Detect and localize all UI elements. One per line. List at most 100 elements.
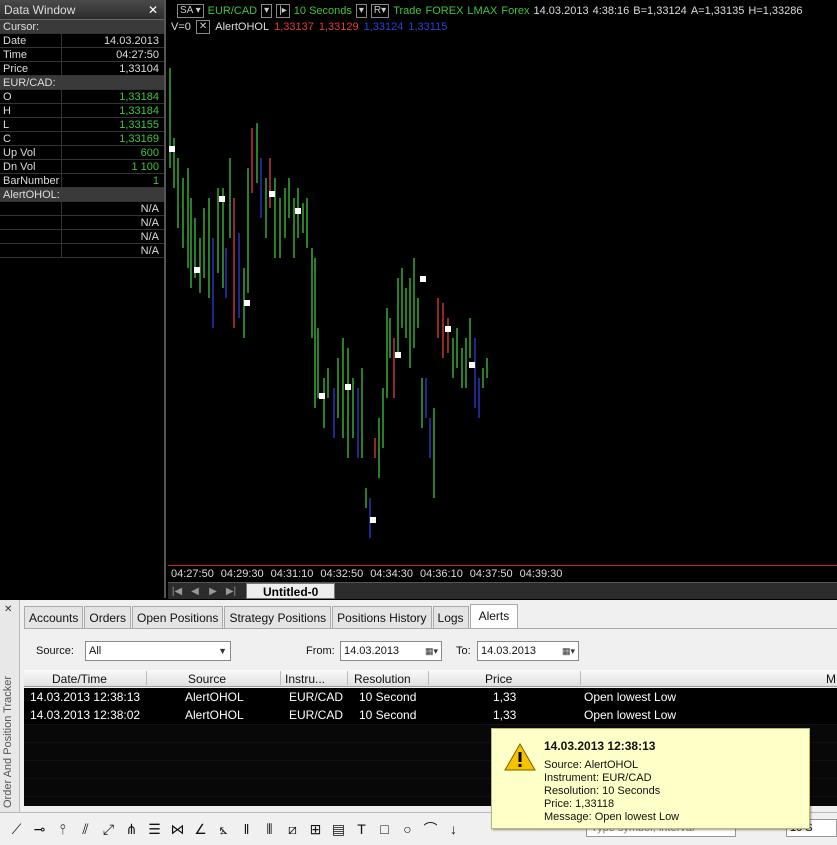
indicator-name[interactable]: AlertOHOL [215,21,269,33]
cell-price: 1,33 [493,690,517,704]
tab-strategy-positions[interactable]: Strategy Positions [224,606,332,628]
alert-row: N/A [0,202,164,216]
next-sheet-icon[interactable]: ▶ [204,586,222,597]
grid-icon[interactable]: ⊞ [307,821,324,838]
column-divider[interactable] [146,671,147,685]
symbol-dropdown-icon[interactable]: ▾ [261,4,273,18]
to-label: To: [456,645,471,657]
col-price[interactable]: Price [485,672,512,686]
from-date-picker[interactable]: 14.03.2013 ▦▾ [340,641,442,661]
sa-button[interactable]: SA ▾ [177,4,204,18]
data-row-date: Date 14.03.2013 [0,34,164,48]
time-tick-label: 04:32:50 [320,568,364,580]
tab-open-positions[interactable]: Open Positions [132,606,224,628]
high-value: H=1,33286 [748,5,803,17]
column-divider[interactable] [428,671,429,685]
vertical-line-icon[interactable]: ⫯ [54,821,71,838]
tab-accounts[interactable]: Accounts [24,606,84,628]
table-row[interactable]: 14.03.2013 12:38:02 AlertOHOL EUR/CAD 10… [24,706,837,724]
col-datetime[interactable]: Date/Time [52,672,107,686]
tab-alerts[interactable]: Alerts [469,604,519,628]
column-divider[interactable] [580,671,581,685]
sheet-tab[interactable]: Untitled-0 [246,583,336,599]
col-source[interactable]: Source [188,672,226,686]
tracker-tabs: Accounts Orders Open Positions Strategy … [24,604,519,628]
popup-source: Source: AlertOHOL [544,759,639,771]
remove-indicator-icon[interactable]: ✕ [195,20,211,34]
trade-label: Trade [393,5,422,17]
symbol-label[interactable]: EUR/CAD [208,5,258,17]
symbol-section-header: EUR/CAD: [0,76,164,90]
column-divider[interactable] [280,671,281,685]
col-message[interactable]: M [826,672,836,686]
indicator-value: 1,33115 [408,21,448,33]
diagonal-tool-icon[interactable]: ⧄ [284,821,301,838]
trading-app: Data Window ✕ Cursor: Date 14.03.2013 Tim… [0,0,837,845]
last-sheet-icon[interactable]: ▶| [222,586,240,597]
arc-tool-icon[interactable]: ⌒ [422,821,439,838]
data-row-barnumber: BarNumber 1 [0,174,164,188]
horizontal-segment-icon[interactable]: ⊸ [31,821,48,838]
parallel-channel-icon[interactable]: ⫽ [77,821,94,838]
alert-row: N/A [0,230,164,244]
close-icon[interactable]: ✕ [4,604,12,615]
cell-message: Open lowest Low [584,690,677,704]
calendar-icon[interactable]: ▦▾ [425,642,438,660]
fan-icon[interactable]: ⦩ [215,821,232,838]
extended-lines-icon[interactable]: ⋈ [169,821,186,838]
alert-marker [244,300,250,306]
col-resolution[interactable]: Resolution [354,672,411,686]
trend-channel-icon[interactable]: ⤢ [100,821,117,838]
tab-divider [24,628,837,629]
order-tracker-label: Order And Position Tracker [2,675,14,808]
horizontal-lines-icon[interactable]: ☰ [146,821,163,838]
tab-logs[interactable]: Logs [432,606,469,628]
tab-positions-history[interactable]: Positions History [332,606,432,628]
alert-marker [269,191,275,197]
line-tool-icon[interactable]: ⟋ [8,821,25,838]
alert-marker [169,146,175,152]
indicator-value: 1,33124 [363,21,404,33]
prev-sheet-icon[interactable]: ◀ [186,586,204,597]
data-window-title-bar[interactable]: Data Window ✕ [0,0,164,20]
to-date-picker[interactable]: 14.03.2013 ▦▾ [477,641,579,661]
r-button[interactable]: R▾ [370,4,390,18]
text-tool-icon[interactable]: T [353,821,370,838]
interval-label[interactable]: 10 Seconds [294,5,352,17]
time-tick-label: 04:37:50 [469,568,513,580]
table-row[interactable]: 14.03.2013 12:38:13 AlertOHOL EUR/CAD 10… [24,688,837,706]
tab-orders[interactable]: Orders [84,606,132,628]
alert-marker [219,196,225,202]
cell-datetime: 14.03.2013 12:38:13 [30,690,141,704]
market-label: FOREX [425,5,464,17]
arrow-down-icon[interactable]: ↓ [445,821,462,838]
notes-icon[interactable]: ▤ [330,821,347,838]
ellipse-tool-icon[interactable]: ○ [399,821,416,838]
alert-marker [194,267,200,273]
first-sheet-icon[interactable]: |◀ [168,586,186,597]
pitchfork-icon[interactable]: ⋔ [123,821,140,838]
cycle-lines-icon[interactable]: ⦀ [261,821,278,838]
calendar-icon[interactable]: ▦▾ [562,642,575,660]
quote-date: 14.03.2013 [533,5,589,17]
source-select[interactable]: All ▼ [85,641,231,661]
elliott-icon[interactable]: ∠ [192,821,209,838]
bars-pattern-icon[interactable]: ‖ [238,821,255,838]
alert-marker [445,326,451,332]
alert-popup[interactable]: 14.03.2013 12:38:13 Source: AlertOHOL In… [491,728,810,829]
bid-value: B=1,33124 [633,5,687,17]
rectangle-tool-icon[interactable]: □ [376,821,393,838]
column-divider[interactable] [347,671,348,685]
price-chart[interactable] [168,38,837,566]
alerts-table-header: Date/Time Source Instru... Resolution Pr… [24,670,837,687]
col-instrument[interactable]: Instru... [285,672,325,686]
alert-marker [420,276,426,282]
close-icon[interactable]: ✕ [148,0,158,20]
time-axis: 04:27:50 04:29:30 04:31:10 04:32:50 04:34:30… [168,566,837,582]
alert-marker [469,362,475,368]
interval-selector-icon[interactable]: |▸ [276,4,290,18]
indicator-value: 1,33137 [274,21,314,33]
cell-source: AlertOHOL [185,708,244,722]
cell-resolution: 10 Second [359,690,417,704]
interval-dropdown-icon[interactable]: ▾ [355,4,367,18]
